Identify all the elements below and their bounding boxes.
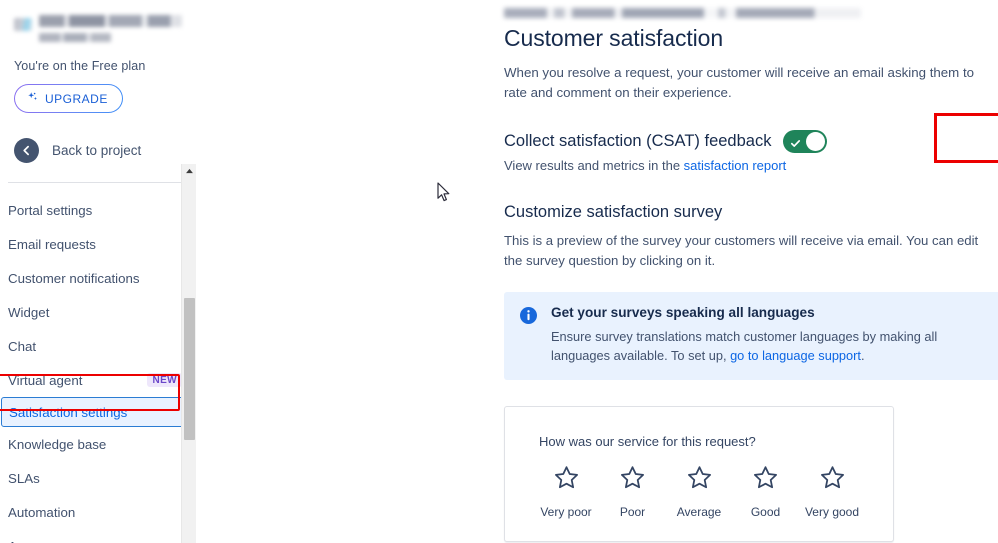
language-info-banner-title: Get your surveys speaking all languages [551,305,815,320]
rating-option-average[interactable]: Average [668,465,730,519]
csat-subtext: View results and metrics in the satisfac… [504,158,998,173]
survey-preview-card: How was our service for this request? Ve… [504,406,894,542]
scroll-up-arrow-icon[interactable] [182,164,196,178]
sidebar-item-label: Automation [8,504,76,520]
project-type-line [39,33,111,42]
rating-option-very-good[interactable]: Very good [801,465,863,519]
main-content: Customer satisfaction When you resolve a… [196,0,998,543]
info-body-suffix: . [860,348,865,363]
page-title: Customer satisfaction [504,25,724,51]
rating-label: Good [750,505,781,519]
status-badge-new: NEW [147,373,182,387]
project-identity-redacted [14,10,182,42]
sidebar-item-label: Virtual agent [8,372,83,388]
csat-toggle[interactable] [783,130,828,154]
sidebar-item-label: Portal settings [8,202,93,218]
rating-label: Poor [619,505,646,519]
sidebar-item-slas[interactable]: SLAs [0,461,196,495]
sidebar-item-customer-notifications[interactable]: Customer notifications [0,261,196,295]
jira-service-management-settings-screen: You're on the Free plan UPGRADE Back to … [0,0,998,543]
sidebar-item-label: Apps [8,539,182,543]
language-support-link[interactable]: go to language support [730,348,861,363]
sidebar-item-automation[interactable]: Automation [0,495,196,529]
breadcrumb-redacted [504,8,861,18]
rating-label: Very good [804,505,860,519]
sidebar-divider [8,182,188,183]
sidebar-item-portal-settings[interactable]: Portal settings [0,193,196,227]
rating-option-poor[interactable]: Poor [602,465,664,519]
csat-subtext-prefix: View results and metrics in the [504,158,684,173]
upgrade-button[interactable]: UPGRADE [14,84,123,113]
customize-survey-description: This is a preview of the survey your cus… [504,233,979,268]
upgrade-button-label: UPGRADE [45,91,108,106]
rating-label: Very poor [540,505,592,519]
csat-heading: Collect satisfaction (CSAT) feedback [504,132,772,150]
star-icon [752,465,779,496]
survey-rating-options: Very poor Poor Average Good Very good [535,465,863,519]
survey-question[interactable]: How was our service for this request? [539,434,863,449]
language-info-banner-body: Get your surveys speaking all languages … [551,305,984,365]
plan-status-text: You're on the Free plan [14,59,146,73]
sidebar-item-knowledge-base[interactable]: Knowledge base [0,427,196,461]
rating-option-good[interactable]: Good [735,465,797,519]
project-avatar-redacted [14,18,32,31]
rating-label: Average [676,505,722,519]
sidebar-item-label: Knowledge base [8,436,107,452]
toggle-knob [806,132,826,151]
check-icon [790,136,801,154]
csat-toggle-row: Collect satisfaction (CSAT) feedback [504,130,998,153]
satisfaction-report-link[interactable]: satisfaction report [684,158,787,173]
sidebar-item-label: Widget [8,304,50,320]
sidebar-item-label: Customer notifications [8,270,140,286]
back-to-project-label: Back to project [52,143,142,158]
sidebar-header: You're on the Free plan UPGRADE Back to … [0,0,196,163]
language-info-banner-text: Ensure survey translations match custome… [551,327,984,365]
settings-nav-list: Portal settings Email requests Customer … [0,193,196,543]
star-icon [686,465,713,496]
sidebar-scrollbar-thumb[interactable] [184,298,195,440]
sidebar-item-email-requests[interactable]: Email requests [0,227,196,261]
sidebar-item-virtual-agent[interactable]: Virtual agent NEW [0,363,196,397]
sidebar-item-label: Satisfaction settings [9,404,128,420]
star-icon [619,465,646,496]
star-icon [553,465,580,496]
sidebar-item-widget[interactable]: Widget [0,295,196,329]
sidebar-item-satisfaction-settings[interactable]: Satisfaction settings [1,397,189,427]
sidebar-item-label: Email requests [8,236,96,252]
sidebar-item-label: Chat [8,338,37,354]
sidebar-item-apps[interactable]: Apps [0,529,196,543]
sidebar-item-label: SLAs [8,470,40,486]
settings-sidebar: You're on the Free plan UPGRADE Back to … [0,0,196,543]
sidebar-scrollbar[interactable] [181,164,196,543]
rating-option-very-poor[interactable]: Very poor [535,465,597,519]
arrow-left-icon [14,138,39,163]
page-description: When you resolve a request, your custome… [504,65,975,100]
project-name-line [39,15,182,27]
star-icon [819,465,846,496]
language-info-banner: Get your surveys speaking all languages … [504,292,998,380]
info-icon [520,307,537,365]
project-name-redacted [39,10,182,42]
sparkle-icon [26,91,39,107]
customize-survey-heading: Customize satisfaction survey [504,203,723,221]
sidebar-item-chat[interactable]: Chat [0,329,196,363]
back-to-project-link[interactable]: Back to project [14,138,182,163]
